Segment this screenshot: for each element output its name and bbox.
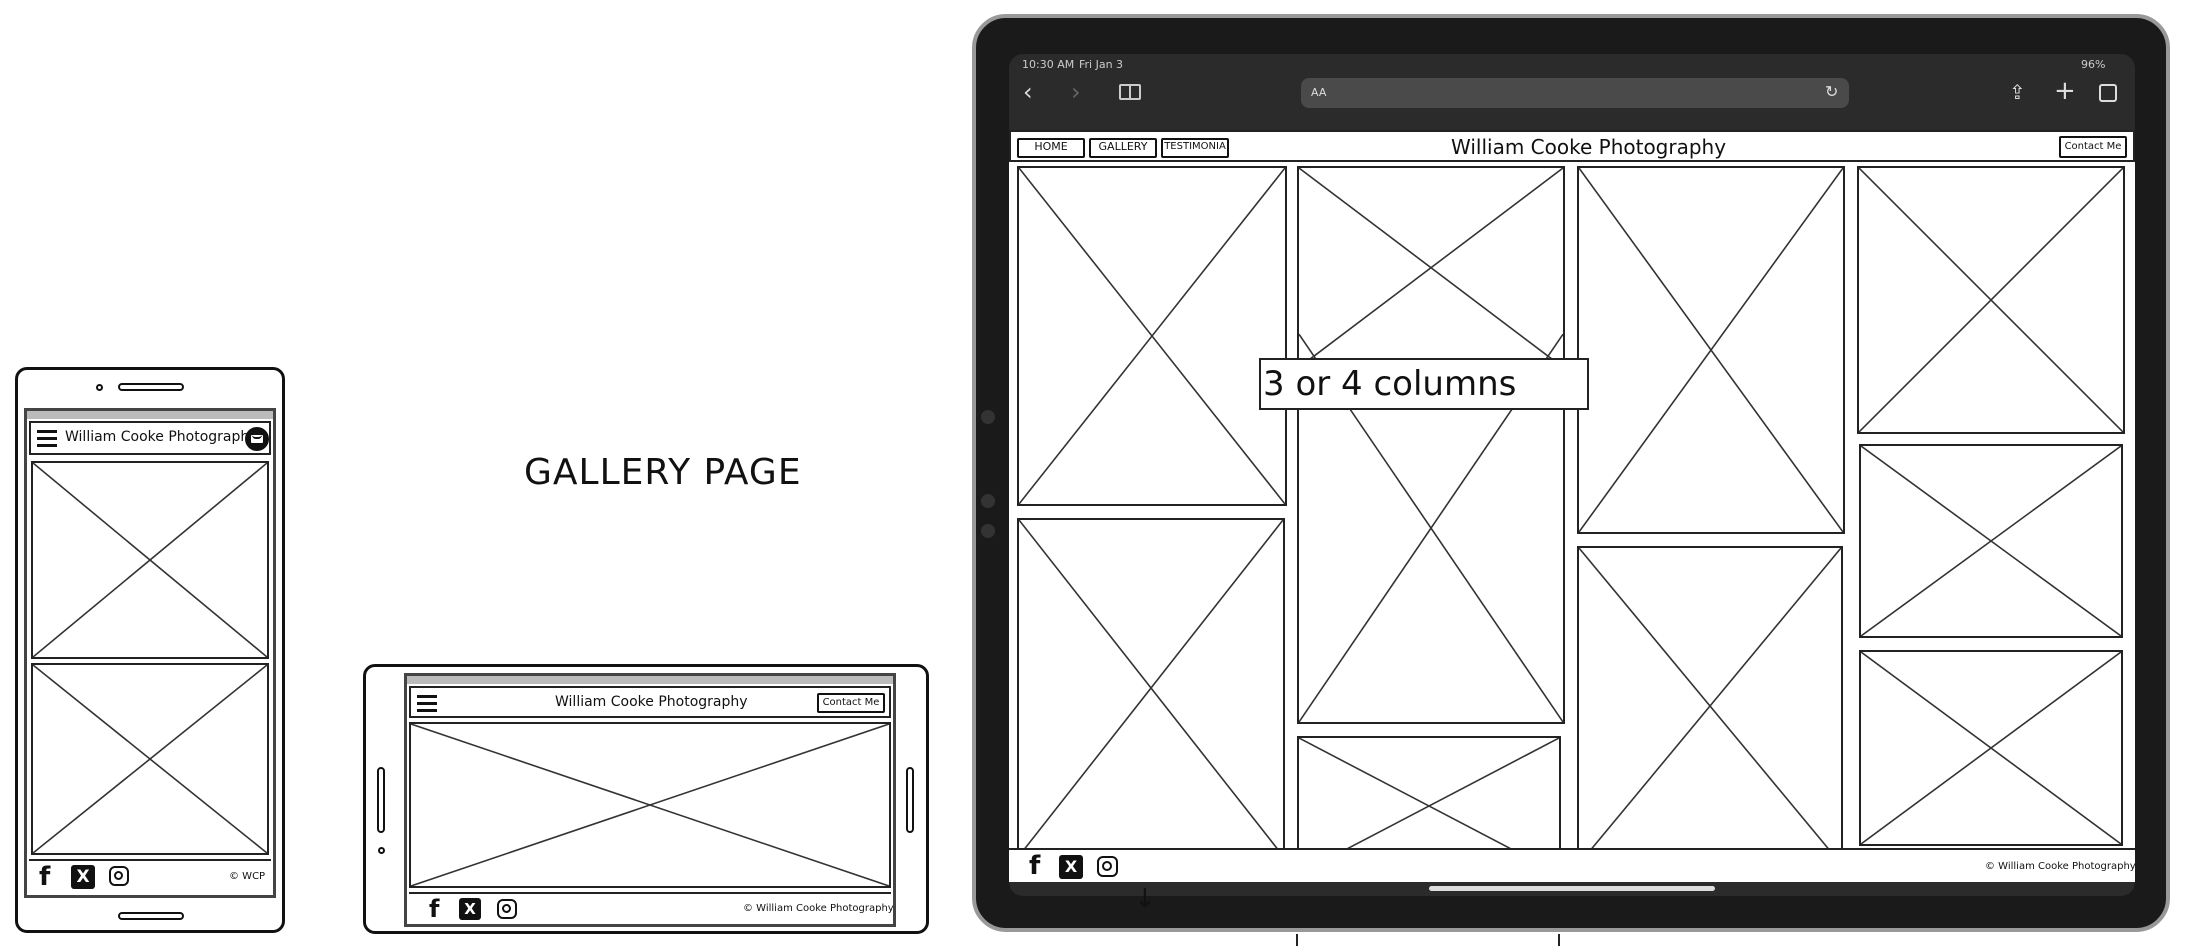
gallery-grid [1009, 166, 2135, 850]
site-title: William Cooke Photography [1451, 135, 1727, 159]
phone-screen: William Cooke Photography f X © WCP [24, 408, 276, 898]
arrow-down-icon: ↓ [1134, 884, 1156, 914]
copyright: © William Cooke Photography [743, 903, 894, 914]
phone-home-bar [906, 767, 914, 833]
tablet-footer: f X © William Cooke Photography [1009, 848, 2135, 882]
x-icon[interactable]: X [1059, 855, 1083, 879]
phone-home-bar [118, 912, 184, 920]
x-icon[interactable]: X [71, 865, 95, 889]
copyright: © WCP [229, 871, 266, 882]
status-date: Fri Jan 3 [1079, 58, 1124, 71]
gallery-image[interactable] [409, 722, 891, 888]
forward-icon[interactable]: › [1071, 80, 1081, 104]
columns-annotation: 3 or 4 columns [1259, 358, 1589, 410]
columns-annotation-text: 3 or 4 columns [1263, 364, 1517, 404]
hamburger-icon[interactable] [37, 429, 57, 447]
phone-header: William Cooke Photography [29, 421, 271, 455]
landscape-footer: f X © William Cooke Photography [409, 892, 894, 924]
phone-landscape-device: William Cooke Photography Contact Me f X… [363, 664, 929, 934]
gallery-image[interactable] [1859, 650, 2123, 846]
page-label: GALLERY PAGE [524, 452, 802, 493]
gallery-image[interactable] [1577, 166, 1845, 534]
tablet-header: HOME GALLERY TESTIMONIA William Cooke Ph… [1009, 130, 2135, 162]
address-bar-text-size[interactable]: AA [1311, 86, 1326, 99]
home-indicator [1429, 886, 1715, 891]
tablet-side-button [981, 410, 995, 424]
landscape-screen: William Cooke Photography Contact Me f X… [404, 673, 896, 927]
overflow-image-edge [1296, 934, 1560, 946]
phone-camera [378, 847, 385, 854]
gallery-image[interactable] [31, 663, 269, 855]
reload-icon[interactable]: ↻ [1825, 82, 1838, 101]
tablet-screen: 10:30 AM Fri Jan 3 96% ‹ › AA ↻ ⇪ + HOME… [1009, 54, 2135, 896]
phone-footer: f X © WCP [29, 859, 271, 893]
instagram-icon[interactable] [497, 899, 517, 919]
phone-portrait-device: William Cooke Photography f X © WCP [15, 367, 285, 933]
gallery-image[interactable] [1577, 546, 1843, 850]
site-title: William Cooke Photography [555, 694, 748, 710]
instagram-icon[interactable] [109, 866, 129, 886]
gallery-image[interactable] [1297, 736, 1561, 850]
gallery-image[interactable] [31, 461, 269, 659]
nav-gallery-button[interactable]: GALLERY [1089, 138, 1157, 158]
facebook-icon[interactable]: f [429, 896, 439, 922]
tabs-icon[interactable] [2099, 84, 2117, 102]
phone-camera [96, 384, 103, 391]
gallery-image[interactable] [1017, 166, 1287, 506]
new-tab-icon[interactable]: + [2054, 76, 2076, 106]
tablet-side-button [981, 524, 995, 538]
web-page: HOME GALLERY TESTIMONIA William Cooke Ph… [1009, 130, 2135, 882]
hamburger-icon[interactable] [417, 694, 437, 712]
contact-button[interactable]: Contact Me [2059, 136, 2127, 158]
landscape-status-bar [407, 676, 893, 684]
phone-status-bar [27, 411, 273, 419]
status-time: 10:30 AM [1022, 58, 1075, 71]
nav-testimonials-button[interactable]: TESTIMONIA [1161, 138, 1229, 158]
nav-home-button[interactable]: HOME [1017, 138, 1085, 158]
site-title: William Cooke Photography [65, 429, 258, 445]
bookmarks-icon[interactable] [1119, 84, 1141, 100]
facebook-icon[interactable]: f [39, 863, 50, 891]
x-icon[interactable]: X [459, 898, 481, 920]
address-bar[interactable]: AA ↻ [1301, 78, 1849, 108]
share-icon[interactable]: ⇪ [2009, 80, 2026, 104]
tablet-device: 10:30 AM Fri Jan 3 96% ‹ › AA ↻ ⇪ + HOME… [972, 14, 2170, 932]
gallery-image[interactable] [1297, 166, 1565, 724]
gallery-image[interactable] [1859, 444, 2123, 638]
instagram-icon[interactable] [1097, 856, 1118, 877]
back-icon[interactable]: ‹ [1023, 80, 1033, 104]
phone-speaker [118, 383, 184, 391]
battery-level: 96% [2081, 58, 2106, 71]
phone-speaker [377, 767, 385, 833]
landscape-header: William Cooke Photography Contact Me [409, 686, 891, 718]
facebook-icon[interactable]: f [1029, 852, 1040, 880]
gallery-image[interactable] [1857, 166, 2125, 434]
copyright: © William Cooke Photography [1985, 861, 2135, 872]
mail-icon[interactable] [245, 427, 269, 451]
tablet-side-button [981, 494, 995, 508]
gallery-image[interactable] [1017, 518, 1285, 850]
contact-button[interactable]: Contact Me [817, 693, 885, 713]
